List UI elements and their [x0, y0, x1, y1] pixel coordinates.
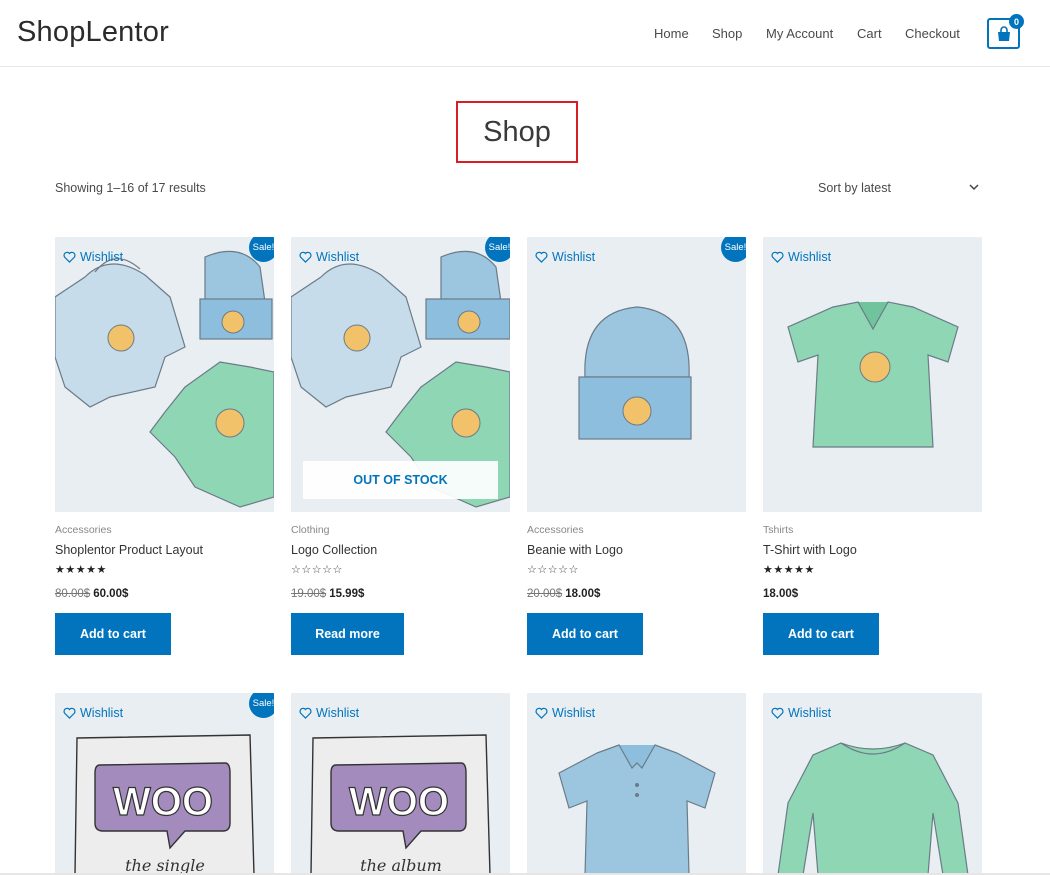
wishlist-button[interactable]: Wishlist — [771, 250, 831, 264]
product-image[interactable]: Wishlist — [763, 237, 982, 512]
product-category[interactable]: Accessories — [55, 524, 112, 536]
heart-icon — [63, 707, 76, 719]
product-image[interactable]: Wishlist — [763, 693, 982, 875]
old-price: 20.00$ — [527, 588, 563, 600]
wishlist-button[interactable]: Wishlist — [299, 706, 359, 720]
site-logo[interactable]: ShopLentor — [17, 16, 169, 49]
nav-my-account[interactable]: My Account — [766, 26, 833, 41]
product-title[interactable]: Beanie with Logo — [527, 543, 623, 557]
product-image[interactable]: Wishlist Sale! OUT OF STOCK — [291, 237, 510, 512]
nav-checkout[interactable]: Checkout — [905, 26, 960, 41]
product-image[interactable]: Wishlist — [527, 693, 746, 875]
add-to-cart-button[interactable]: Add to cart — [763, 613, 879, 655]
result-count: Showing 1–16 of 17 results — [55, 181, 206, 195]
tshirt-image — [787, 301, 959, 448]
product-price: 18.00$ — [763, 588, 798, 600]
product-image[interactable]: WOO the album Wishlist — [291, 693, 510, 875]
page-title: Shop — [483, 115, 551, 148]
wishlist-button[interactable]: Wishlist — [535, 706, 595, 720]
product-price: 20.00$ 18.00$ — [527, 588, 600, 600]
add-to-cart-button[interactable]: Add to cart — [55, 613, 171, 655]
heart-icon — [771, 707, 784, 719]
old-price: 80.00$ — [55, 588, 91, 600]
long-sleeve-image — [777, 742, 969, 875]
wishlist-button[interactable]: Wishlist — [535, 250, 595, 264]
shopping-bag-icon — [997, 25, 1010, 41]
current-price: 15.99$ — [329, 588, 365, 600]
star-rating: ★★★★★ — [763, 564, 815, 576]
add-to-cart-button[interactable]: Add to cart — [527, 613, 643, 655]
chevron-down-icon[interactable] — [968, 181, 980, 193]
heart-icon — [535, 707, 548, 719]
polo-image — [558, 744, 716, 875]
product-category[interactable]: Tshirts — [763, 524, 793, 536]
nav-shop[interactable]: Shop — [712, 26, 742, 41]
heart-icon — [299, 707, 312, 719]
hoodie-collection-image — [55, 250, 274, 508]
wishlist-button[interactable]: Wishlist — [771, 706, 831, 720]
product-image[interactable]: Wishlist Sale! — [55, 237, 274, 512]
beanie-image — [578, 306, 692, 440]
product-image[interactable]: Wishlist Sale! — [527, 237, 746, 512]
heart-icon — [535, 251, 548, 263]
product-image[interactable]: WOO the single Wishlist Sale! — [55, 693, 274, 875]
old-price: 19.00$ — [291, 588, 327, 600]
woo-single-image: WOO the single — [74, 734, 255, 875]
nav-cart[interactable]: Cart — [857, 26, 882, 41]
product-title[interactable]: Shoplentor Product Layout — [55, 543, 203, 557]
wishlist-button[interactable]: Wishlist — [63, 706, 123, 720]
read-more-button[interactable]: Read more — [291, 613, 404, 655]
out-of-stock-label: OUT OF STOCK — [303, 461, 498, 499]
current-price: 18.00$ — [763, 588, 799, 600]
woo-logo-text: WOO — [349, 780, 449, 824]
product-title[interactable]: Logo Collection — [291, 543, 377, 557]
product-category[interactable]: Clothing — [291, 524, 330, 536]
product-price: 80.00$ 60.00$ — [55, 588, 128, 600]
cart-count-badge: 0 — [1009, 14, 1024, 29]
current-price: 60.00$ — [93, 588, 129, 600]
star-rating: ★★★★★ — [55, 564, 107, 576]
product-price: 19.00$ 15.99$ — [291, 588, 364, 600]
wishlist-button[interactable]: Wishlist — [63, 250, 123, 264]
nav-home[interactable]: Home — [654, 26, 689, 41]
current-price: 18.00$ — [565, 588, 601, 600]
wishlist-button[interactable]: Wishlist — [299, 250, 359, 264]
sort-select[interactable]: Sort by latest — [818, 181, 983, 195]
star-rating: ☆☆☆☆☆ — [291, 564, 343, 576]
woo-album-image: WOO the album — [310, 734, 491, 875]
product-category[interactable]: Accessories — [527, 524, 584, 536]
page-title-highlight: Shop — [456, 101, 578, 163]
star-rating: ☆☆☆☆☆ — [527, 564, 579, 576]
heart-icon — [63, 251, 76, 263]
site-header: ShopLentor Home Shop My Account Cart Che… — [0, 0, 1050, 67]
product-title[interactable]: T-Shirt with Logo — [763, 543, 857, 557]
heart-icon — [771, 251, 784, 263]
woo-logo-text: WOO — [113, 780, 213, 824]
heart-icon — [299, 251, 312, 263]
